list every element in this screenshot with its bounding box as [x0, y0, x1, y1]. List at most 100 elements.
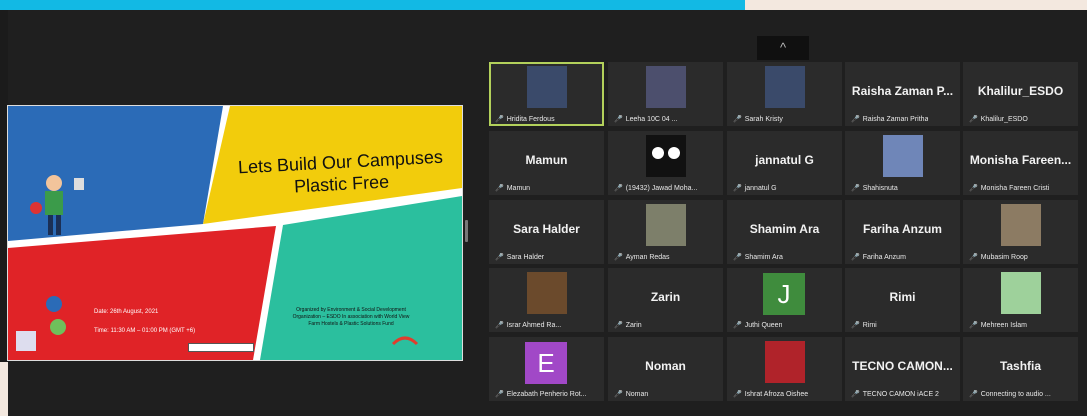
participant-name: jannatul G — [744, 185, 777, 192]
red-photo-icon — [765, 341, 805, 383]
participant-tile[interactable]: TECNO CAMON... 🎤 TECNO CAMON iACE 2 — [845, 337, 960, 401]
participant-label: 🎤 Leeha 10C 04 ... — [614, 115, 677, 123]
window-edge — [0, 362, 8, 416]
participant-label: 🎤 Connecting to audio ... — [969, 390, 1051, 398]
person-photo-icon — [527, 66, 567, 108]
participant-tile[interactable]: jannatul G 🎤 jannatul G — [727, 131, 842, 195]
participant-label: 🎤 Rimi — [851, 321, 877, 329]
participant-tile[interactable]: 🎤 Mehreen Islam — [963, 268, 1078, 332]
splitter-handle[interactable] — [465, 220, 468, 242]
participant-name: Mamun — [506, 185, 531, 192]
muted-mic-icon: 🎤 — [969, 322, 978, 329]
participant-name-large: Fariha Anzum — [863, 222, 942, 236]
participant-tile[interactable]: Fariha Anzum 🎤 Fariha Anzum — [845, 200, 960, 264]
anime-photo-icon — [527, 272, 567, 314]
muted-mic-icon: 🎤 — [851, 322, 860, 329]
muted-mic-icon: 🎤 — [495, 116, 504, 123]
muted-mic-icon: 🎤 — [733, 254, 742, 261]
chevron-up-icon: ^ — [779, 40, 787, 55]
person-photo-icon — [765, 66, 805, 108]
participant-label: 🎤 Raisha Zaman Pritha — [851, 115, 928, 123]
participant-tile[interactable]: Noman 🎤 Noman — [608, 337, 723, 401]
participant-tile[interactable]: Sara Halder 🎤 Sara Halder — [489, 200, 604, 264]
city-lights-photo-icon — [646, 66, 686, 108]
participant-label: 🎤 Noman — [614, 390, 648, 398]
collapse-gallery-button[interactable]: ^ — [757, 36, 809, 60]
participant-tile[interactable]: 🎤 Mubasim Roop — [963, 200, 1078, 264]
participant-name: (19432) Jawad Moha... — [625, 185, 698, 192]
participant-name: Mehreen Islam — [980, 322, 1028, 329]
participant-tile[interactable]: 🎤 (19432) Jawad Moha... — [608, 131, 723, 195]
muted-mic-icon: 🎤 — [969, 116, 978, 123]
participant-tile[interactable]: Tashfia 🎤 Connecting to audio ... — [963, 337, 1078, 401]
muted-mic-icon: 🎤 — [969, 185, 978, 192]
slide-status-bar — [188, 343, 254, 352]
participant-label: 🎤 Monisha Fareen Cristi — [969, 184, 1049, 192]
participant-name: Hridita Ferdous — [506, 116, 555, 123]
slide-time: Time: 11:30 AM – 01:00 PM (GMT +6) — [94, 328, 196, 334]
participant-label: 🎤 Hridita Ferdous — [495, 115, 555, 123]
participant-label: 🎤 jannatul G — [733, 184, 777, 192]
participant-tile[interactable]: Khalilur_ESDO 🎤 Khalilur_ESDO — [963, 62, 1078, 126]
participant-label: 🎤 (19432) Jawad Moha... — [614, 184, 697, 192]
participant-tile[interactable]: 🎤 Sarah Kristy — [727, 62, 842, 126]
qr-code-icon — [16, 331, 36, 351]
participant-name-large: Rimi — [889, 290, 916, 304]
participant-name: Monisha Fareen Cristi — [980, 185, 1050, 192]
participant-tile[interactable]: 🎤 Leeha 10C 04 ... — [608, 62, 723, 126]
participant-tile[interactable]: Monisha Fareen... 🎤 Monisha Fareen Cristi — [963, 131, 1078, 195]
muted-mic-icon: 🎤 — [969, 391, 978, 398]
participant-name: Sarah Kristy — [744, 116, 783, 123]
participant-name: Mubasim Roop — [980, 254, 1028, 261]
participant-label: 🎤 Ishrat Afroza Oishee — [733, 390, 808, 398]
muted-mic-icon: 🎤 — [614, 116, 623, 123]
participant-tile[interactable]: 🎤 Ishrat Afroza Oishee — [727, 337, 842, 401]
participant-label: 🎤 Sara Halder — [495, 253, 544, 261]
letter-avatar-icon: E — [525, 342, 567, 384]
participant-tile[interactable]: Rimi 🎤 Rimi — [845, 268, 960, 332]
window-top-bar-right — [745, 0, 1087, 10]
participant-tile[interactable]: Zarin 🎤 Zarin — [608, 268, 723, 332]
participant-tile[interactable]: 🎤 Shahisnuta — [845, 131, 960, 195]
cartoon-crewmate-icon — [1001, 272, 1041, 314]
participant-name-large: jannatul G — [755, 153, 814, 167]
participant-tile[interactable]: J 🎤 Juthi Queen — [727, 268, 842, 332]
participant-tile[interactable]: Shamim Ara 🎤 Shamim Ara — [727, 200, 842, 264]
participant-tile[interactable]: Mamun 🎤 Mamun — [489, 131, 604, 195]
slide-date: Date: 26th August, 2021 — [94, 309, 159, 315]
participant-name-large: Raisha Zaman P... — [851, 84, 954, 98]
muted-mic-icon: 🎤 — [851, 391, 860, 398]
participant-label: 🎤 Fariha Anzum — [851, 253, 906, 261]
participant-name: Connecting to audio ... — [980, 391, 1051, 398]
participant-tile[interactable]: 🎤 Ayman Redas — [608, 200, 723, 264]
participant-label: 🎤 Khalilur_ESDO — [969, 115, 1028, 123]
participant-label: 🎤 Elezabath Penherio Rot... — [495, 390, 587, 398]
participant-label: 🎤 Shahisnuta — [851, 184, 898, 192]
muted-mic-icon: 🎤 — [733, 185, 742, 192]
muted-mic-icon: 🎤 — [969, 254, 978, 261]
participant-tile[interactable]: E 🎤 Elezabath Penherio Rot... — [489, 337, 604, 401]
participant-tile[interactable]: 🎤 Hridita Ferdous — [489, 62, 604, 126]
muted-mic-icon: 🎤 — [733, 391, 742, 398]
cartoon-face-icon — [646, 135, 686, 177]
participant-name-large: Shamim Ara — [749, 222, 820, 236]
participant-name: Ishrat Afroza Oishee — [744, 391, 809, 398]
participant-label: 🎤 Sarah Kristy — [733, 115, 783, 123]
participant-name: Shahisnuta — [862, 185, 898, 192]
scenery-photo-icon — [646, 204, 686, 246]
muted-mic-icon: 🎤 — [614, 322, 623, 329]
participant-label: 🎤 Ayman Redas — [614, 253, 670, 261]
participant-name-large: TECNO CAMON... — [852, 359, 953, 373]
participant-name: Raisha Zaman Pritha — [862, 116, 929, 123]
participant-tile[interactable]: Raisha Zaman P... 🎤 Raisha Zaman Pritha — [845, 62, 960, 126]
clock-icon — [50, 319, 66, 335]
participant-name-large: Tashfia — [999, 359, 1042, 373]
participant-tile[interactable]: 🎤 Israr Ahmed Ra... — [489, 268, 604, 332]
letter-avatar-icon: J — [763, 273, 805, 315]
shared-screen-slide[interactable]: Lets Build Our Campuses Plastic Free Dat… — [7, 105, 463, 361]
muted-mic-icon: 🎤 — [495, 322, 504, 329]
participant-label: 🎤 Mamun — [495, 184, 530, 192]
muted-mic-icon: 🎤 — [733, 116, 742, 123]
participant-name-large: Noman — [645, 359, 686, 373]
calendar-icon — [46, 296, 62, 312]
